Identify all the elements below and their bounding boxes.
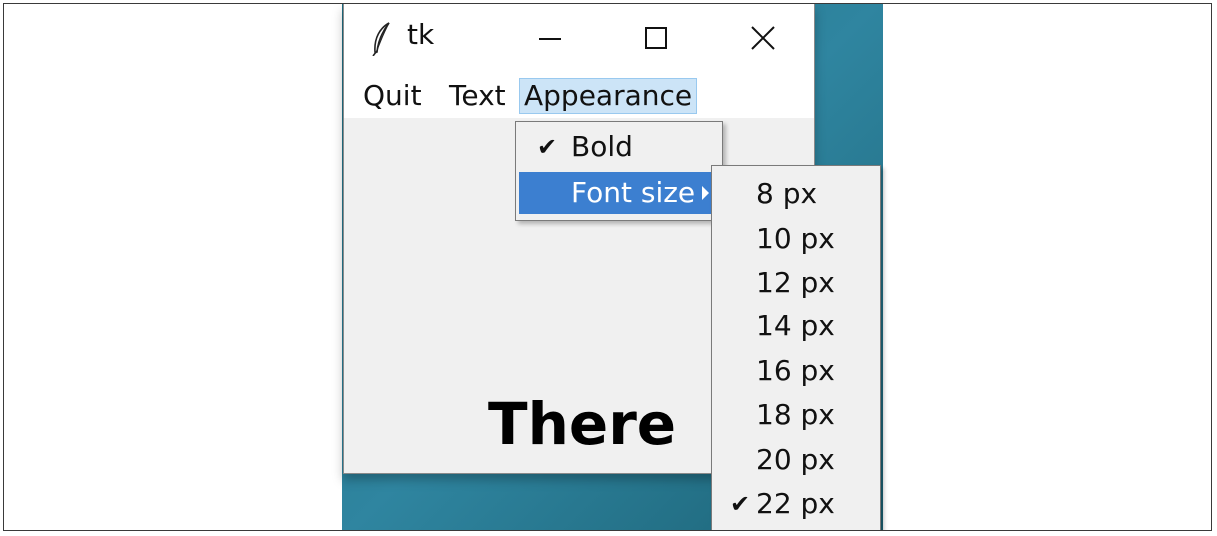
menu-quit[interactable]: Quit <box>359 79 426 113</box>
submenu-item-20px[interactable]: 20 px <box>712 438 880 482</box>
submenu-item-label: 14 px <box>756 309 835 342</box>
submenu-item-16px[interactable]: 16 px <box>712 349 880 393</box>
menu-item-label: Bold <box>571 130 633 163</box>
submenu-item-label: 22 px <box>756 487 835 520</box>
submenu-item-10px[interactable]: 10 px <box>712 217 880 261</box>
submenu-item-label: 10 px <box>756 222 835 255</box>
font-size-submenu: 8 px 10 px 12 px 14 px 16 px 18 px 20 px… <box>711 165 881 530</box>
menu-item-bold[interactable]: ✔ Bold <box>519 126 719 168</box>
close-icon <box>751 26 775 50</box>
minimize-icon <box>539 38 561 40</box>
menu-text[interactable]: Text <box>445 79 510 113</box>
minimize-button[interactable] <box>514 4 586 72</box>
submenu-item-label: 20 px <box>756 443 835 476</box>
menu-bar: Quit Text Appearance <box>344 72 814 118</box>
submenu-arrow-icon <box>702 186 709 200</box>
maximize-icon <box>645 27 667 49</box>
submenu-item-8px[interactable]: 8 px <box>712 172 880 216</box>
menu-appearance[interactable]: Appearance <box>519 78 698 114</box>
appearance-dropdown: ✔ Bold Font size <box>515 121 723 221</box>
screenshot-frame: tk Quit Text Appearance There ✔ Bold Fon… <box>3 3 1212 531</box>
check-icon: ✔ <box>730 490 751 518</box>
menu-item-font-size[interactable]: Font size <box>519 172 719 214</box>
feather-icon <box>372 22 390 56</box>
submenu-item-18px[interactable]: 18 px <box>712 393 880 437</box>
close-button[interactable] <box>727 4 799 72</box>
submenu-item-14px[interactable]: 14 px <box>712 304 880 348</box>
submenu-item-12px[interactable]: 12 px <box>712 261 880 305</box>
submenu-item-22px[interactable]: ✔ 22 px <box>712 482 880 526</box>
display-label: There <box>488 390 677 458</box>
menu-item-label: Font size <box>571 176 696 209</box>
maximize-button[interactable] <box>620 4 692 72</box>
submenu-item-label: 12 px <box>756 266 835 299</box>
title-bar[interactable]: tk <box>344 4 814 72</box>
check-icon: ✔ <box>537 133 558 161</box>
window-title: tk <box>407 18 435 51</box>
submenu-item-label: 18 px <box>756 398 835 431</box>
submenu-item-label: 8 px <box>756 177 818 210</box>
submenu-item-label: 16 px <box>756 354 835 387</box>
